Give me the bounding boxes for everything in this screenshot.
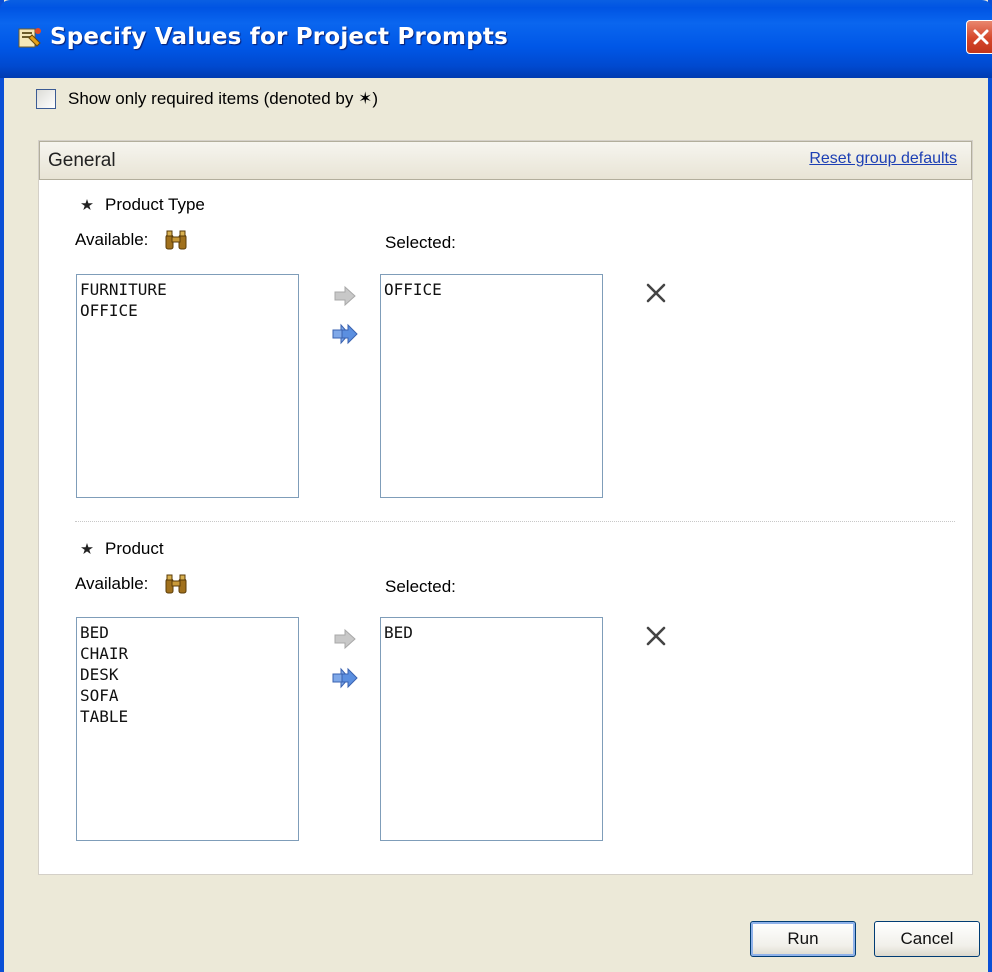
available-label: Available: <box>75 574 149 593</box>
selected-list-product-type[interactable]: OFFICE <box>380 274 603 498</box>
prompt-divider <box>75 521 955 522</box>
selected-label: Selected: <box>385 577 456 596</box>
double-arrow-right-icon[interactable] <box>332 322 358 346</box>
prompt-product-label: Product <box>81 539 164 559</box>
cancel-button[interactable]: Cancel <box>874 921 980 957</box>
remove-x-icon[interactable] <box>643 280 669 306</box>
available-heading: Available: <box>75 573 188 595</box>
list-item[interactable]: OFFICE <box>384 279 599 300</box>
prompt-title: Product Type <box>105 195 205 214</box>
remove-x-icon[interactable] <box>643 623 669 649</box>
star-icon <box>81 199 93 210</box>
close-icon <box>973 29 989 45</box>
list-item[interactable]: SOFA <box>80 685 295 706</box>
selected-list-product[interactable]: BED <box>380 617 603 841</box>
arrow-right-icon[interactable] <box>332 627 358 651</box>
list-item[interactable]: FURNITURE <box>80 279 295 300</box>
available-label: Available: <box>75 230 149 249</box>
list-item[interactable]: CHAIR <box>80 643 295 664</box>
list-item[interactable]: TABLE <box>80 706 295 727</box>
show-required-label: Show only required items (denoted by ✶) <box>68 89 379 108</box>
group-title: General <box>48 150 116 171</box>
group-header: General Reset group defaults <box>39 141 972 180</box>
dialog-window: Specify Values for Project Prompts Show … <box>0 0 992 972</box>
prompt-wizard-icon <box>18 28 41 48</box>
binoculars-icon[interactable] <box>164 229 188 251</box>
list-item[interactable]: BED <box>384 622 599 643</box>
prompt-group-panel: General Reset group defaults Product Typ… <box>38 140 973 875</box>
star-icon <box>81 543 93 554</box>
list-item[interactable]: OFFICE <box>80 300 295 321</box>
available-heading: Available: <box>75 229 188 251</box>
prompt-product-type-label: Product Type <box>81 195 205 215</box>
reset-group-defaults-link[interactable]: Reset group defaults <box>809 150 957 168</box>
double-arrow-right-icon[interactable] <box>332 666 358 690</box>
available-list-product[interactable]: BED CHAIR DESK SOFA TABLE <box>76 617 299 841</box>
binoculars-icon[interactable] <box>164 573 188 595</box>
list-item[interactable]: DESK <box>80 664 295 685</box>
title-bar[interactable]: Specify Values for Project Prompts <box>0 0 992 78</box>
list-item[interactable]: BED <box>80 622 295 643</box>
run-button[interactable]: Run <box>750 921 856 957</box>
show-required-option[interactable]: Show only required items (denoted by ✶) <box>36 88 378 110</box>
selected-label: Selected: <box>385 233 456 252</box>
show-required-checkbox[interactable] <box>36 89 56 109</box>
available-list-product-type[interactable]: FURNITURE OFFICE <box>76 274 299 498</box>
prompt-title: Product <box>105 539 164 558</box>
close-button[interactable] <box>966 20 992 54</box>
arrow-right-icon[interactable] <box>332 284 358 308</box>
window-title: Specify Values for Project Prompts <box>50 24 508 50</box>
